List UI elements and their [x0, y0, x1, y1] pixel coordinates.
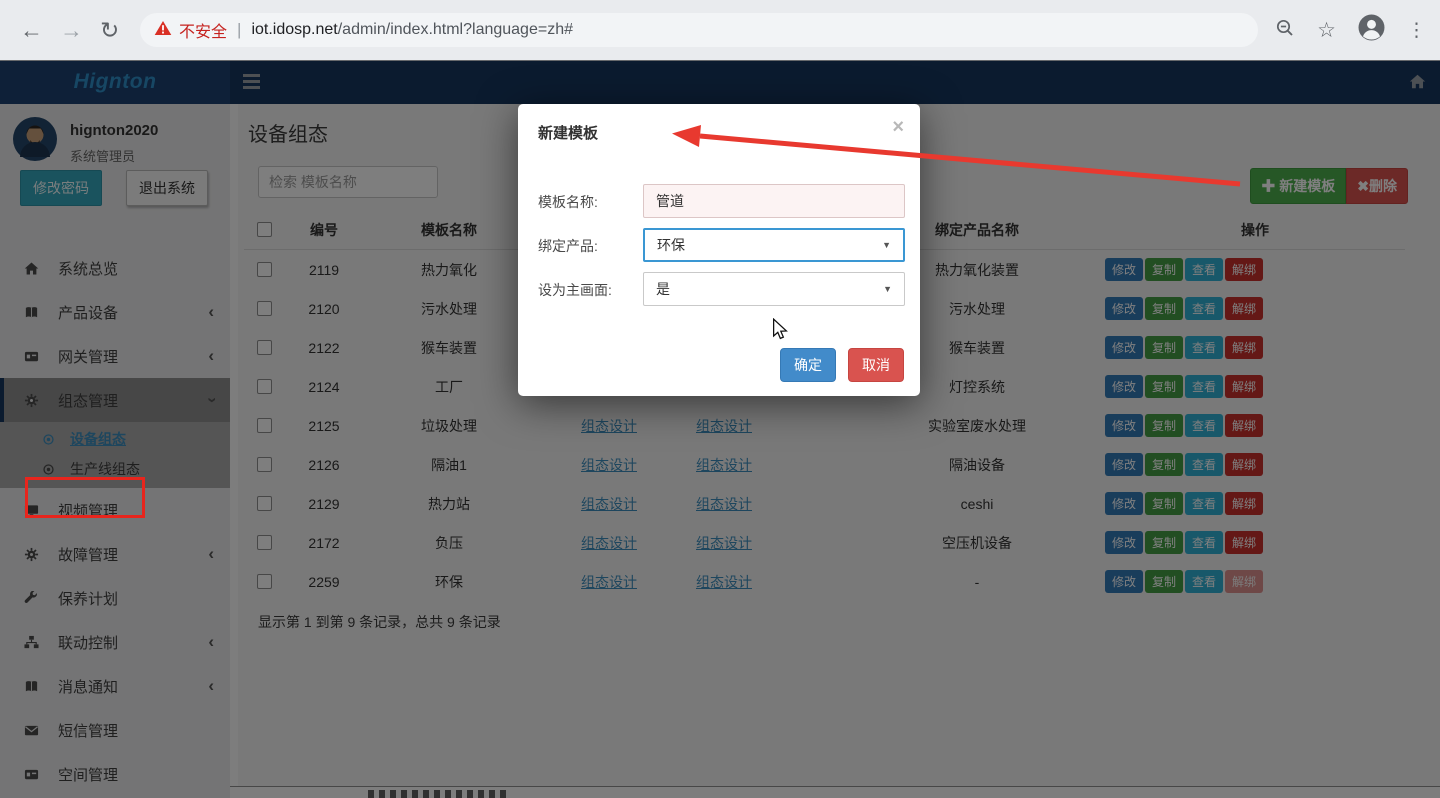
- browser-reload-icon[interactable]: ↻: [100, 16, 119, 44]
- modal-title: 新建模板: [538, 122, 598, 143]
- browser-menu-icon[interactable]: ⋮: [1407, 19, 1426, 42]
- chevron-down-icon: ▼: [882, 240, 891, 250]
- annotation-rectangle: [25, 477, 145, 518]
- profile-avatar-icon[interactable]: [1358, 14, 1385, 46]
- new-template-modal: 新建模板 × 模板名称: 绑定产品: 环保 ▼ 设为主画面: 是 ▼: [518, 104, 920, 396]
- close-icon[interactable]: ×: [892, 116, 904, 139]
- screenshot-root: ← → ↻ 不安全 | iot.idosp.net/admin/index.ht…: [0, 0, 1440, 798]
- security-warning-label: 不安全: [179, 18, 227, 42]
- app-window: Hignton hignton2020 系统管理员 修改密码 退出系统 系统总览…: [0, 60, 1440, 798]
- template-name-label: 模板名称:: [538, 192, 598, 212]
- url-host: iot.idosp.net: [251, 21, 337, 39]
- zoom-out-icon[interactable]: [1275, 18, 1295, 43]
- bookmark-star-icon[interactable]: ☆: [1317, 18, 1336, 43]
- bind-product-label: 绑定产品:: [538, 236, 598, 256]
- browser-back-icon[interactable]: ←: [20, 16, 43, 44]
- main-screen-label: 设为主画面:: [538, 280, 612, 300]
- browser-forward-icon[interactable]: →: [60, 16, 83, 44]
- main-screen-select[interactable]: 是 ▼: [643, 272, 905, 306]
- url-path: /admin/index.html?language=zh#: [338, 21, 573, 39]
- confirm-button[interactable]: 确定: [780, 348, 836, 382]
- cancel-button[interactable]: 取消: [848, 348, 904, 382]
- bind-product-select[interactable]: 环保 ▼: [643, 228, 905, 262]
- address-bar[interactable]: 不安全 | iot.idosp.net/admin/index.html?lan…: [140, 13, 1258, 47]
- security-warning-icon: [154, 20, 172, 41]
- browser-toolbar: ← → ↻ 不安全 | iot.idosp.net/admin/index.ht…: [0, 0, 1440, 61]
- template-name-field[interactable]: [643, 184, 905, 218]
- url-separator: |: [237, 20, 241, 40]
- chevron-down-icon: ▼: [883, 284, 892, 294]
